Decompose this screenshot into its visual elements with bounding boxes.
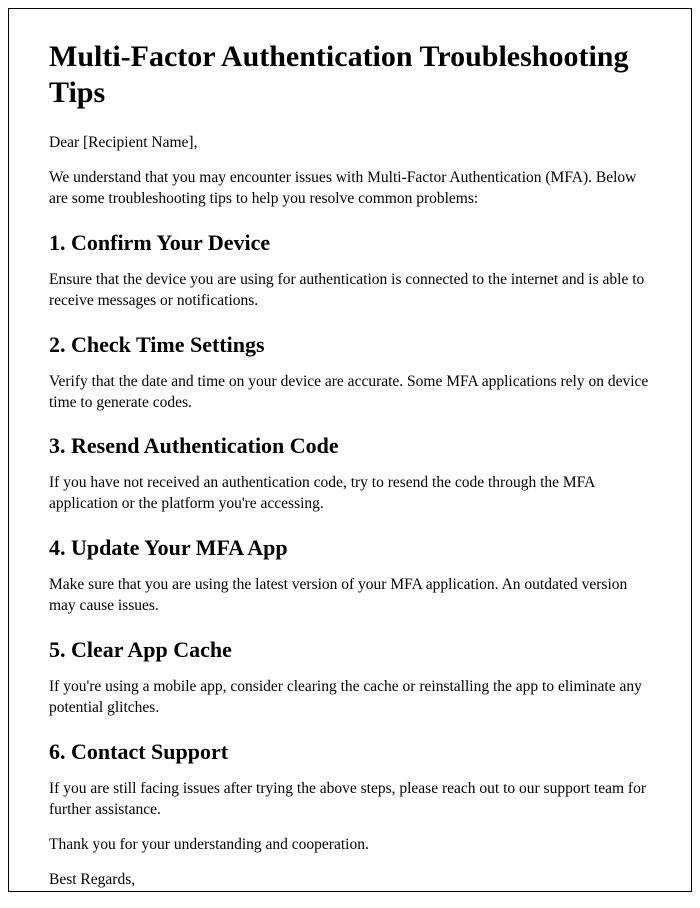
section-heading-5: 5. Clear App Cache — [49, 637, 651, 663]
section-body-6: If you are still facing issues after try… — [49, 779, 651, 821]
section-heading-2: 2. Check Time Settings — [49, 332, 651, 358]
section-heading-3: 3. Resend Authentication Code — [49, 433, 651, 459]
section-body-4: Make sure that you are using the latest … — [49, 575, 651, 617]
section-heading-1: 1. Confirm Your Device — [49, 230, 651, 256]
page-title: Multi-Factor Authentication Troubleshoot… — [49, 39, 651, 111]
section-body-3: If you have not received an authenticati… — [49, 473, 651, 515]
salutation: Dear [Recipient Name], — [49, 133, 651, 154]
thanks-paragraph: Thank you for your understanding and coo… — [49, 835, 651, 856]
section-body-2: Verify that the date and time on your de… — [49, 372, 651, 414]
section-heading-4: 4. Update Your MFA App — [49, 535, 651, 561]
section-body-5: If you're using a mobile app, consider c… — [49, 677, 651, 719]
section-heading-6: 6. Contact Support — [49, 739, 651, 765]
section-body-1: Ensure that the device you are using for… — [49, 270, 651, 312]
intro-paragraph: We understand that you may encounter iss… — [49, 168, 651, 210]
document-page: Multi-Factor Authentication Troubleshoot… — [8, 8, 692, 892]
closing: Best Regards, — [49, 870, 651, 891]
